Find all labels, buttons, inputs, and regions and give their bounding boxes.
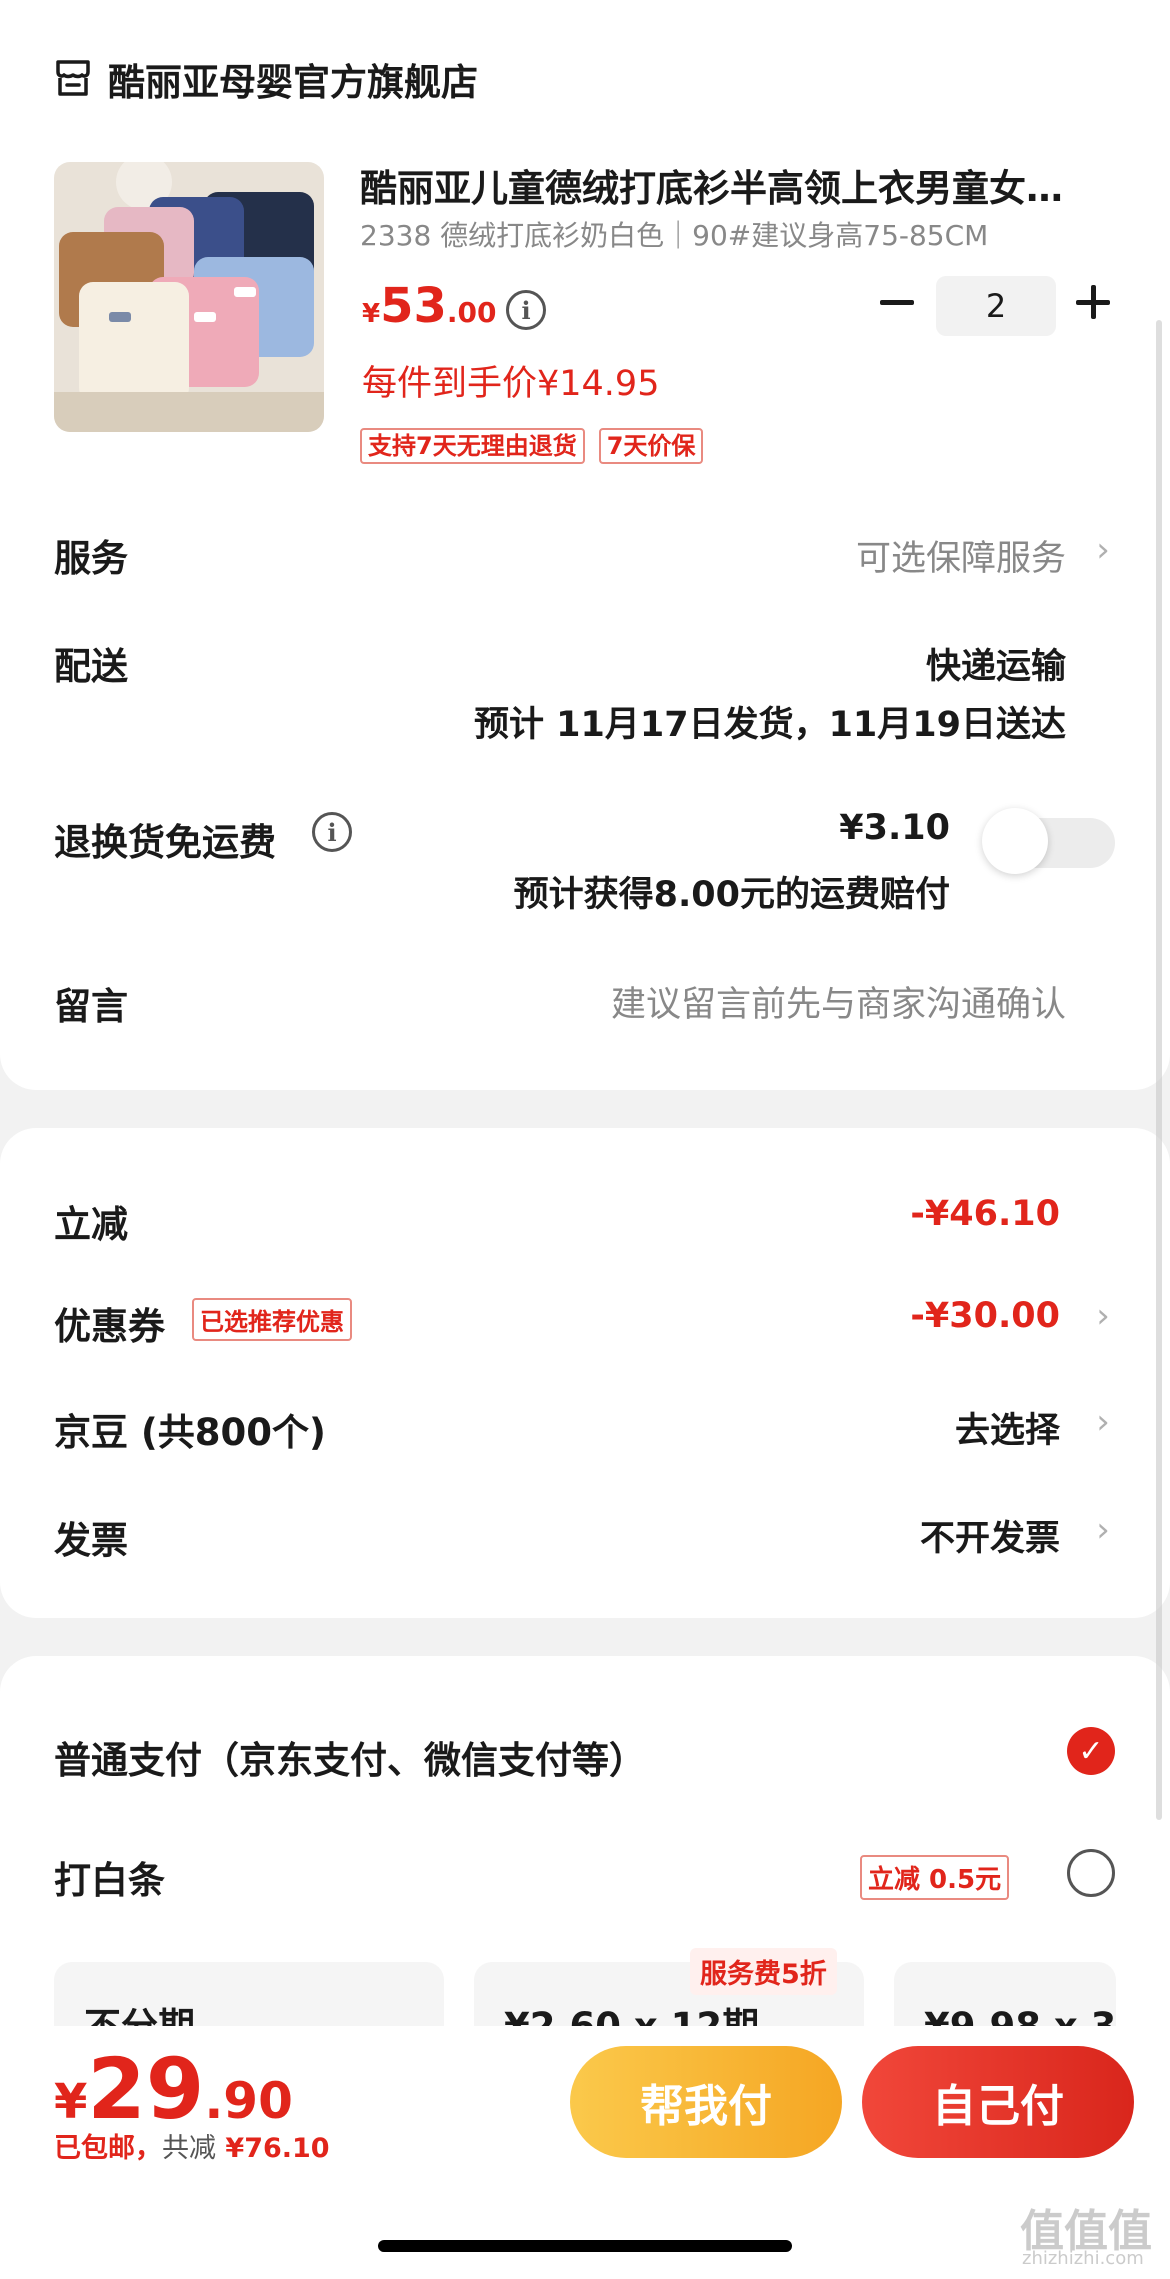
delivery-method[interactable]: 快递运输 <box>926 638 1066 689</box>
normal-payment-check-icon[interactable]: ✓ <box>1067 1727 1115 1775</box>
total-price: ¥29.90 <box>54 2040 293 2138</box>
coupon-value[interactable]: -¥30.00 <box>910 1296 1060 1336</box>
service-label: 服务 <box>54 537 128 580</box>
decrease-quantity-button[interactable] <box>880 285 916 321</box>
jingdou-chevron-icon[interactable]: › <box>1088 1402 1118 1442</box>
price-symbol: ¥ <box>362 299 381 329</box>
total-integer: 29 <box>87 2040 205 2138</box>
saved-label: 共减 <box>162 2133 216 2164</box>
return-policy-tag: 支持7天无理由退货 <box>360 428 585 464</box>
baitiao-discount-tag: 立减 0.5元 <box>860 1855 1010 1900</box>
toggle-knob[interactable] <box>982 808 1048 874</box>
home-indicator[interactable] <box>378 2240 792 2252</box>
store-name[interactable]: 酷丽亚母婴官方旗舰店 <box>108 52 478 106</box>
service-chevron-icon[interactable]: › <box>1088 530 1118 570</box>
normal-payment-label[interactable]: 普通支付（京东支付、微信支付等） <box>54 1730 646 1784</box>
product-title[interactable]: 酷丽亚儿童德绒打底衫半高领上衣男童女… <box>360 158 1120 212</box>
service-fee-badge: 服务费5折 <box>690 1948 837 1995</box>
delivery-label: 配送 <box>54 645 128 688</box>
invoice-chevron-icon[interactable]: › <box>1088 1510 1118 1550</box>
coupon-recommended-tag: 已选推荐优惠 <box>192 1298 352 1341</box>
product-tags: 支持7天无理由退货 7天价保 <box>360 428 704 464</box>
total-note: 已包邮，共减 ¥76.10 <box>54 2126 330 2165</box>
return-shipping-price: ¥3.10 <box>839 808 950 848</box>
product-image[interactable] <box>54 162 324 432</box>
message-label: 留言 <box>54 985 128 1028</box>
instant-discount-label: 立减 <box>54 1203 128 1246</box>
saved-value: ¥76.10 <box>225 2133 330 2164</box>
delivery-estimate[interactable]: 预计 11月17日发货，11月19日送达 <box>474 696 1066 747</box>
price-decimal: .00 <box>446 296 497 329</box>
return-shipping-label: 退换货免运费 <box>54 821 276 864</box>
invoice-label: 发票 <box>54 1519 128 1562</box>
product-price: ¥53.00 <box>362 278 497 334</box>
price-integer: 53 <box>380 278 447 334</box>
message-input[interactable]: 建议留言前先与商家沟通确认 <box>611 976 1066 1027</box>
total-symbol: ¥ <box>54 2074 88 2130</box>
return-shipping-note: 预计获得8.00元的运费赔付 <box>513 875 950 915</box>
per-item-price: 每件到手价¥14.95 <box>362 364 660 404</box>
price-info-icon[interactable]: i <box>506 290 546 330</box>
product-spec[interactable]: 2338 德绒打底衫奶白色｜90#建议身高75-85CM <box>360 214 988 254</box>
scrollbar[interactable] <box>1156 320 1162 1820</box>
invoice-value[interactable]: 不开发票 <box>920 1510 1060 1561</box>
pay-myself-button[interactable]: 自己付 <box>862 2046 1134 2158</box>
return-shipping-info-icon[interactable]: i <box>312 812 352 852</box>
coupon-label: 优惠券 <box>54 1305 165 1348</box>
instant-discount-value: -¥46.10 <box>910 1194 1060 1234</box>
price-protect-tag: 7天价保 <box>598 428 704 464</box>
sweater-illustration <box>54 162 324 432</box>
jingdou-value[interactable]: 去选择 <box>955 1402 1060 1453</box>
watermark-url: zhizhizhi.com <box>1022 2248 1144 2269</box>
baitiao-label[interactable]: 打白条 <box>54 1850 165 1904</box>
coupon-chevron-icon[interactable]: › <box>1088 1296 1118 1336</box>
store-icon <box>56 60 90 96</box>
help-me-pay-button[interactable]: 帮我付 <box>570 2046 842 2158</box>
total-decimal: .90 <box>204 2072 293 2130</box>
baitiao-radio[interactable] <box>1067 1849 1115 1897</box>
service-value[interactable]: 可选保障服务 <box>856 530 1066 581</box>
increase-quantity-button[interactable] <box>1076 285 1112 321</box>
shipping-note: 已包邮， <box>54 2133 162 2164</box>
jingdou-label: 京豆 (共800个) <box>54 1411 326 1454</box>
quantity-input[interactable]: 2 <box>936 276 1056 336</box>
